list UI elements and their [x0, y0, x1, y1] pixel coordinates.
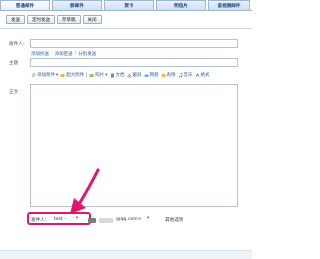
subject-field[interactable] — [30, 58, 238, 67]
add-attachment-button[interactable]: 添加附件 ▾ — [31, 72, 58, 78]
add-attachment-label: 添加附件 — [37, 73, 55, 78]
emoji-button[interactable]: 表情 — [161, 72, 176, 78]
bottom-action-strip — [0, 250, 252, 259]
separate-send-link[interactable]: 分别发送 — [78, 51, 96, 57]
body-label: 正文 — [9, 90, 19, 95]
subject-label: 主题 — [9, 61, 19, 66]
toolbar-divider — [86, 72, 88, 78]
screenshot-button[interactable]: 截屏 — [127, 72, 142, 78]
save-draft-button[interactable]: 存草稿 — [57, 15, 81, 24]
sender-bar: 发件人： test - ▾ @qq.com> ▾ 其他选项 — [0, 207, 252, 229]
tab-greeting-card[interactable]: 贺卡 — [104, 0, 154, 10]
format-button[interactable]: 格式 — [195, 72, 210, 78]
large-attachment-label: 超大附件 — [66, 73, 85, 78]
chevron-down-icon[interactable]: ▾ — [76, 216, 78, 221]
chevron-down-icon: ▾ — [56, 72, 59, 78]
tab-normal-mail[interactable]: 普通邮件 — [0, 0, 50, 10]
large-attachment-button[interactable]: 超大附件 — [60, 72, 84, 78]
compose-type-tabs: 普通邮件 群邮件 贺卡 明信片 音视频邮件 — [0, 0, 252, 11]
tab-av-mail[interactable]: 音视频邮件 — [208, 0, 250, 10]
paperclip-icon — [31, 72, 36, 78]
editor-toolbar: 添加附件 ▾ 超大附件 照片 ▾ 文档 截屏 网盘 表情 音乐 格式 — [31, 72, 210, 78]
sender-label: 发件人： — [31, 218, 50, 223]
large-attachment-icon — [60, 73, 65, 78]
sender-select[interactable]: test - — [54, 217, 66, 222]
sender-email-domain: @qq.com> — [116, 217, 142, 222]
music-label: 音乐 — [183, 73, 193, 78]
format-label: 格式 — [200, 73, 210, 78]
redacted-email — [99, 218, 113, 223]
emoji-label: 表情 — [166, 73, 176, 78]
scissors-icon — [127, 72, 132, 78]
smiley-icon — [161, 73, 166, 78]
tab-postcard[interactable]: 明信片 — [156, 0, 206, 10]
photo-label: 照片 — [95, 73, 105, 78]
chevron-down-icon: ▾ — [105, 72, 108, 78]
photo-button[interactable]: 照片 ▾ — [89, 72, 108, 78]
link-separator: - — [51, 51, 53, 56]
send-button[interactable]: 发送 — [6, 15, 25, 24]
add-cc-link[interactable]: 添加抄送 — [31, 51, 49, 57]
recipient-options: 添加抄送 - 添加密送 | 分别发送 — [31, 51, 96, 57]
cloud-drive-label: 网盘 — [149, 73, 159, 78]
music-note-icon — [178, 72, 183, 78]
to-field[interactable] — [30, 39, 238, 48]
other-options-link[interactable]: 其他选项 — [165, 217, 183, 223]
timed-send-button[interactable]: 定时发送 — [27, 15, 55, 24]
document-icon — [110, 73, 115, 78]
redacted-name — [88, 218, 96, 223]
chevron-down-icon[interactable]: ▾ — [147, 216, 149, 221]
close-button[interactable]: 关闭 — [82, 15, 102, 24]
cloud-drive-icon — [144, 73, 149, 78]
tab-group-mail[interactable]: 群邮件 — [52, 0, 102, 10]
add-bcc-link[interactable]: 添加密送 — [55, 51, 73, 57]
compose-action-bar: 发送 定时发送 存草稿 关闭 — [6, 15, 102, 24]
music-button[interactable]: 音乐 — [178, 72, 193, 78]
body-editor[interactable] — [30, 84, 238, 207]
screenshot-label: 截屏 — [132, 73, 142, 78]
format-text-icon — [195, 72, 200, 78]
photo-icon — [89, 73, 94, 78]
document-button[interactable]: 文档 — [110, 72, 125, 78]
link-separator: | — [74, 51, 77, 56]
document-label: 文档 — [115, 73, 125, 78]
cloud-drive-button[interactable]: 网盘 — [144, 72, 159, 78]
to-label: 收件人： — [9, 42, 28, 47]
